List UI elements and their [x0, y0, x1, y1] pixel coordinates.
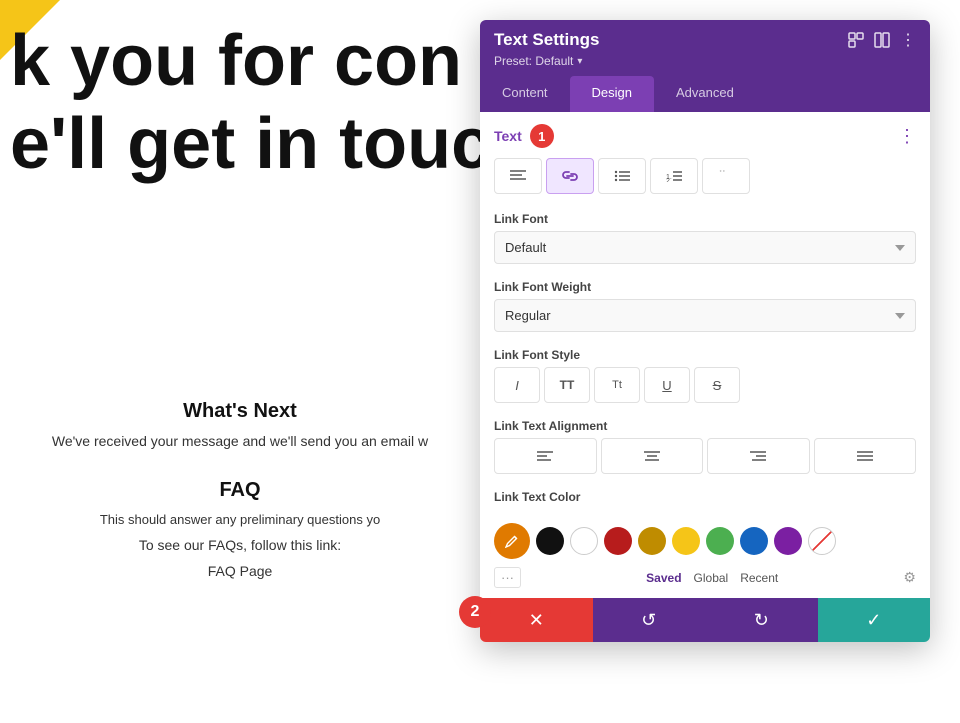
list-ol-toolbar-icon[interactable]: 1.2. [650, 158, 698, 194]
redo-button[interactable]: ↻ [705, 598, 818, 642]
panel-preset[interactable]: Preset: Default ▾ [494, 54, 916, 68]
panel-tabs: Content Design Advanced [480, 76, 930, 112]
icon-toolbar: 1.2. " [480, 154, 930, 204]
list-ul-toolbar-icon[interactable] [598, 158, 646, 194]
undo-button[interactable]: ↺ [593, 598, 706, 642]
panel-body: Text 1 ⋮ 1.2. " Link Font [480, 112, 930, 598]
panel-header-icons: ⋮ [848, 30, 916, 50]
link-toolbar-icon[interactable] [546, 158, 594, 194]
tab-advanced[interactable]: Advanced [654, 76, 756, 112]
link-font-weight-label: Link Font Weight [494, 280, 916, 294]
link-font-row: Link Font Default Arial Georgia Verdana [480, 204, 930, 272]
tab-design[interactable]: Design [570, 76, 654, 112]
swatch-purple[interactable] [774, 527, 802, 555]
link-font-style-label: Link Font Style [494, 348, 916, 362]
text-align-left-icon[interactable] [494, 158, 542, 194]
more-icon[interactable]: ⋮ [900, 30, 916, 50]
link-text-alignment-row: Link Text Alignment [480, 411, 930, 482]
save-button[interactable]: ✓ [818, 598, 931, 642]
tt-small-style-btn[interactable]: Tt [594, 367, 640, 403]
link-text-color-label: Link Text Color [494, 490, 916, 504]
strike-style-btn[interactable]: S [694, 367, 740, 403]
swatch-clear[interactable] [808, 527, 836, 555]
badge-1: 1 [530, 124, 554, 148]
link-font-style-row: Link Font Style I TT Tt U S [480, 340, 930, 411]
badge-2: 2 [459, 596, 491, 628]
swatch-white[interactable] [570, 527, 598, 555]
underline-style-btn[interactable]: U [644, 367, 690, 403]
section-header: Text 1 ⋮ [480, 112, 930, 154]
link-align-right-btn[interactable] [707, 438, 810, 474]
color-pencil-btn[interactable] [494, 523, 530, 559]
swatch-yellow[interactable] [672, 527, 700, 555]
link-align-left-btn[interactable] [494, 438, 597, 474]
tab-content[interactable]: Content [480, 76, 570, 112]
panel-header: Text Settings ⋮ Preset: Default ▾ [480, 20, 930, 76]
link-font-weight-select[interactable]: Thin Light Regular Medium Bold [494, 299, 916, 332]
link-font-weight-row: Link Font Weight Thin Light Regular Medi… [480, 272, 930, 340]
svg-text:": " [719, 170, 725, 182]
link-align-justify-btn[interactable] [814, 438, 917, 474]
text-settings-panel: Text Settings ⋮ Preset: Default ▾ Conten… [480, 20, 930, 642]
quote-toolbar-icon[interactable]: " [702, 158, 750, 194]
cancel-button[interactable]: ✕ [480, 598, 593, 642]
link-font-label: Link Font [494, 212, 916, 226]
global-tab[interactable]: Global [694, 571, 729, 585]
italic-style-btn[interactable]: I [494, 367, 540, 403]
panel-title: Text Settings [494, 30, 599, 50]
swatch-black[interactable] [536, 527, 564, 555]
link-font-select[interactable]: Default Arial Georgia Verdana [494, 231, 916, 264]
recent-tab[interactable]: Recent [740, 571, 778, 585]
swatch-blue[interactable] [740, 527, 768, 555]
background-section: What's Next We've received your message … [0, 380, 480, 609]
link-text-color-row: Link Text Color [480, 482, 930, 517]
section-title: Text [494, 128, 522, 144]
background-big-text: k you for con e'll get in touc [0, 20, 491, 186]
swatch-green[interactable] [706, 527, 734, 555]
color-footer: ··· Saved Global Recent ⚙ [480, 563, 930, 598]
section-menu-icon[interactable]: ⋮ [898, 126, 916, 147]
color-swatch-row [480, 517, 930, 563]
link-text-alignment-label: Link Text Alignment [494, 419, 916, 433]
tt-style-btn[interactable]: TT [544, 367, 590, 403]
saved-tab[interactable]: Saved [646, 571, 681, 585]
split-icon[interactable] [874, 32, 890, 48]
panel-footer: ✕ ↺ ↻ ✓ [480, 598, 930, 642]
link-align-center-btn[interactable] [601, 438, 704, 474]
swatch-dark-red[interactable] [604, 527, 632, 555]
swatch-gold[interactable] [638, 527, 666, 555]
expand-icon[interactable] [848, 32, 864, 48]
svg-text:2.: 2. [666, 178, 672, 182]
dots-btn[interactable]: ··· [494, 567, 521, 588]
color-settings-icon[interactable]: ⚙ [903, 569, 916, 586]
